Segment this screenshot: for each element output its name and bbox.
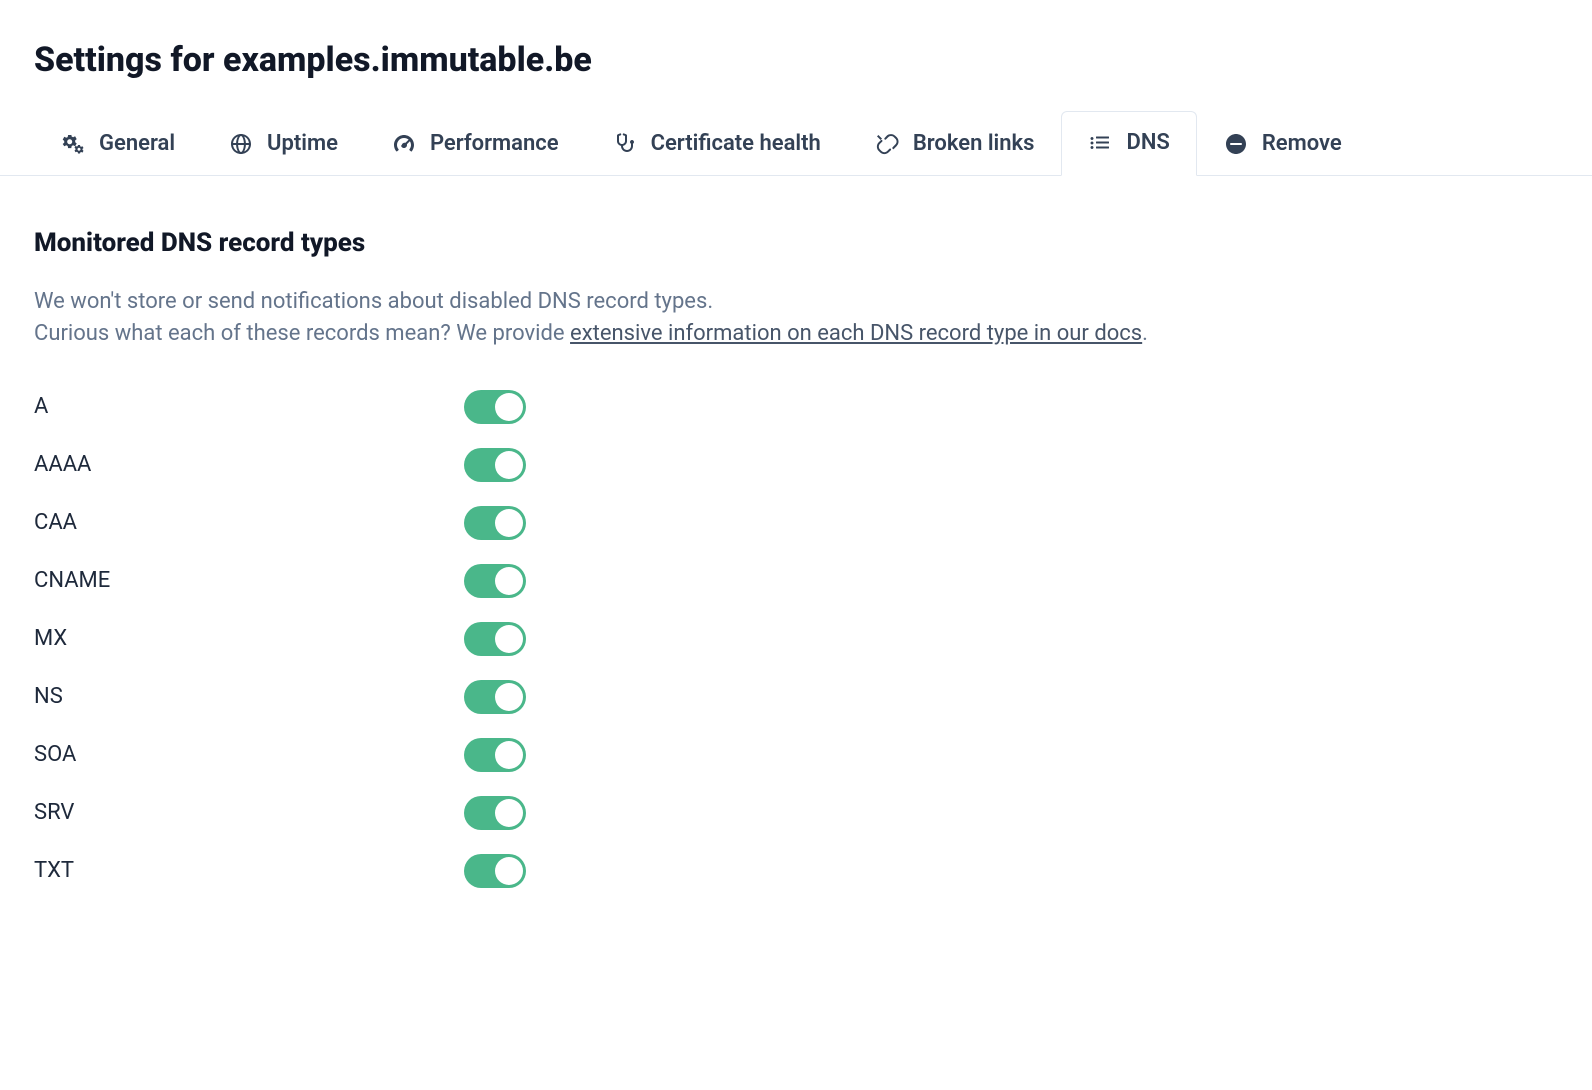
- page-title: Settings for examples.immutable.be: [0, 0, 1592, 110]
- tab-label: Uptime: [267, 131, 338, 156]
- toggle-ns[interactable]: [464, 680, 526, 714]
- toggle-knob: [495, 625, 523, 653]
- record-label: AAAA: [34, 452, 464, 477]
- record-label: NS: [34, 684, 464, 709]
- toggle-knob: [495, 567, 523, 595]
- tab-performance[interactable]: Performance: [365, 112, 586, 176]
- tab-label: DNS: [1126, 130, 1169, 155]
- tab-label: Performance: [430, 131, 559, 156]
- toggle-knob: [495, 451, 523, 479]
- record-label: SRV: [34, 800, 464, 825]
- docs-link[interactable]: extensive information on each DNS record…: [570, 321, 1142, 346]
- tab-remove[interactable]: Remove: [1197, 112, 1369, 176]
- tab-dns[interactable]: DNS: [1061, 111, 1196, 176]
- tab-label: Remove: [1262, 131, 1342, 156]
- record-label: TXT: [34, 858, 464, 883]
- desc-line2-prefix: Curious what each of these records mean?…: [34, 321, 570, 346]
- unlink-icon: [875, 132, 899, 156]
- record-label: MX: [34, 626, 464, 651]
- toggle-srv[interactable]: [464, 796, 526, 830]
- toggle-knob: [495, 799, 523, 827]
- toggle-cname[interactable]: [464, 564, 526, 598]
- tab-certificate[interactable]: Certificate health: [586, 112, 848, 176]
- record-row: MX: [34, 622, 1558, 656]
- toggle-aaaa[interactable]: [464, 448, 526, 482]
- record-label: CAA: [34, 510, 464, 535]
- tab-label: Certificate health: [651, 131, 821, 156]
- minus-circle-icon: [1224, 132, 1248, 156]
- record-label: CNAME: [34, 568, 464, 593]
- record-label: A: [34, 394, 464, 419]
- tab-general[interactable]: General: [34, 112, 202, 176]
- records-list: AAAAACAACNAMEMXNSSOASRVTXT: [34, 390, 1558, 888]
- record-label: SOA: [34, 742, 464, 767]
- list-icon: [1088, 131, 1112, 155]
- toggle-knob: [495, 683, 523, 711]
- gears-icon: [61, 132, 85, 156]
- tab-uptime[interactable]: Uptime: [202, 112, 365, 176]
- record-row: SRV: [34, 796, 1558, 830]
- record-row: A: [34, 390, 1558, 424]
- gauge-icon: [392, 132, 416, 156]
- tab-label: General: [99, 131, 175, 156]
- toggle-knob: [495, 741, 523, 769]
- toggle-caa[interactable]: [464, 506, 526, 540]
- section-description: We won't store or send notifications abo…: [34, 286, 1558, 350]
- record-row: CNAME: [34, 564, 1558, 598]
- toggle-txt[interactable]: [464, 854, 526, 888]
- record-row: SOA: [34, 738, 1558, 772]
- record-row: CAA: [34, 506, 1558, 540]
- record-row: NS: [34, 680, 1558, 714]
- record-row: AAAA: [34, 448, 1558, 482]
- content-area: Monitored DNS record types We won't stor…: [0, 176, 1592, 964]
- toggle-a[interactable]: [464, 390, 526, 424]
- toggle-knob: [495, 393, 523, 421]
- toggle-knob: [495, 509, 523, 537]
- toggle-soa[interactable]: [464, 738, 526, 772]
- tab-label: Broken links: [913, 131, 1035, 156]
- record-row: TXT: [34, 854, 1558, 888]
- toggle-knob: [495, 857, 523, 885]
- stethoscope-icon: [613, 132, 637, 156]
- desc-line1: We won't store or send notifications abo…: [34, 289, 713, 314]
- section-title: Monitored DNS record types: [34, 228, 1558, 258]
- toggle-mx[interactable]: [464, 622, 526, 656]
- tab-broken[interactable]: Broken links: [848, 112, 1062, 176]
- desc-line2-suffix: .: [1142, 321, 1148, 346]
- tabs-bar: General Uptime Performance Certificate heal…: [0, 110, 1592, 176]
- globe-icon: [229, 132, 253, 156]
